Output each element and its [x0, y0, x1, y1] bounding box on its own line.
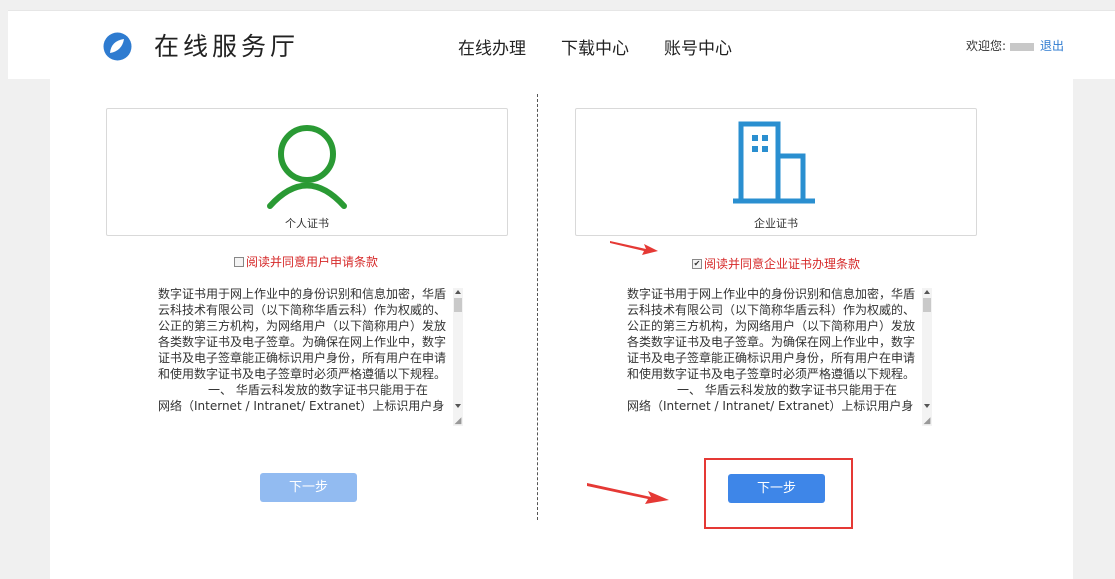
welcome-text: 欢迎您: [966, 39, 1007, 53]
arrow-annotation-icon [610, 241, 658, 255]
scroll-down-icon[interactable] [455, 404, 461, 408]
column-divider [537, 94, 538, 520]
nav-download-center[interactable]: 下载中心 [561, 34, 629, 59]
annotation-highlight-box [704, 458, 853, 529]
main-panel: 个人证书 阅读并同意用户申请条款 数字证书用于网上作业中的身份识别和信息加密，华… [50, 78, 1073, 579]
personal-next-button[interactable]: 下一步 [260, 473, 357, 502]
personal-cert-card[interactable]: 个人证书 [106, 108, 508, 236]
enterprise-agree-label: 阅读并同意企业证书办理条款 [704, 257, 861, 271]
logo-icon [103, 32, 132, 61]
personal-cert-label: 个人证书 [285, 217, 329, 230]
personal-terms-cut: 网络（Internet / Intranet/ Extranet）上标识用户身 [158, 399, 445, 413]
resize-grip-icon[interactable]: ◢ [453, 416, 463, 426]
enterprise-checkbox-box[interactable]: ✔ [692, 258, 702, 269]
personal-agree-checkbox[interactable]: 阅读并同意用户申请条款 [234, 253, 378, 270]
scroll-down-icon[interactable] [924, 404, 930, 408]
enterprise-terms-textarea[interactable]: 数字证书用于网上作业中的身份识别和信息加密，华盾云科技术有限公司（以下简称华盾云… [627, 286, 932, 430]
app-title: 在线服务厅 [154, 32, 300, 61]
personal-terms-textarea[interactable]: 数字证书用于网上作业中的身份识别和信息加密，华盾云科技术有限公司（以下简称华盾云… [158, 286, 463, 430]
logout-link[interactable]: 退出 [1040, 39, 1064, 53]
top-header: 在线服务厅 在线办理 下载中心 账号中心 欢迎您: 退出 [8, 10, 1115, 79]
resize-grip-icon[interactable]: ◢ [922, 416, 932, 426]
enterprise-terms-cut: 网络（Internet / Intranet/ Extranet）上标识用户身 [627, 399, 914, 413]
personal-terms-scrollbar[interactable]: ◢ [453, 288, 463, 426]
personal-terms-body: 数字证书用于网上作业中的身份识别和信息加密，华盾云科技术有限公司（以下简称华盾云… [158, 287, 447, 381]
building-icon [733, 121, 815, 204]
person-icon [267, 125, 347, 209]
enterprise-terms-scrollbar[interactable]: ◢ [922, 288, 932, 426]
enterprise-terms-clause: 一、 华盾云科发放的数字证书只能用于在 [677, 383, 897, 397]
enterprise-cert-label: 企业证书 [754, 217, 798, 230]
enterprise-cert-card[interactable]: 企业证书 [575, 108, 977, 236]
nav-online-service[interactable]: 在线办理 [458, 34, 526, 59]
personal-terms-clause: 一、 华盾云科发放的数字证书只能用于在 [208, 383, 428, 397]
scroll-thumb[interactable] [454, 298, 462, 312]
scroll-up-icon[interactable] [924, 290, 930, 294]
nav-account-center[interactable]: 账号中心 [664, 34, 732, 59]
scroll-up-icon[interactable] [455, 290, 461, 294]
scroll-thumb[interactable] [923, 298, 931, 312]
welcome-area: 欢迎您: 退出 [966, 37, 1064, 54]
personal-checkbox-box[interactable] [234, 256, 244, 267]
username-redacted [1010, 42, 1035, 51]
personal-agree-label: 阅读并同意用户申请条款 [246, 255, 379, 269]
enterprise-agree-checkbox[interactable]: ✔ 阅读并同意企业证书办理条款 [692, 255, 860, 272]
enterprise-terms-body: 数字证书用于网上作业中的身份识别和信息加密，华盾云科技术有限公司（以下简称华盾云… [627, 287, 916, 381]
arrow-annotation-icon [587, 483, 669, 504]
